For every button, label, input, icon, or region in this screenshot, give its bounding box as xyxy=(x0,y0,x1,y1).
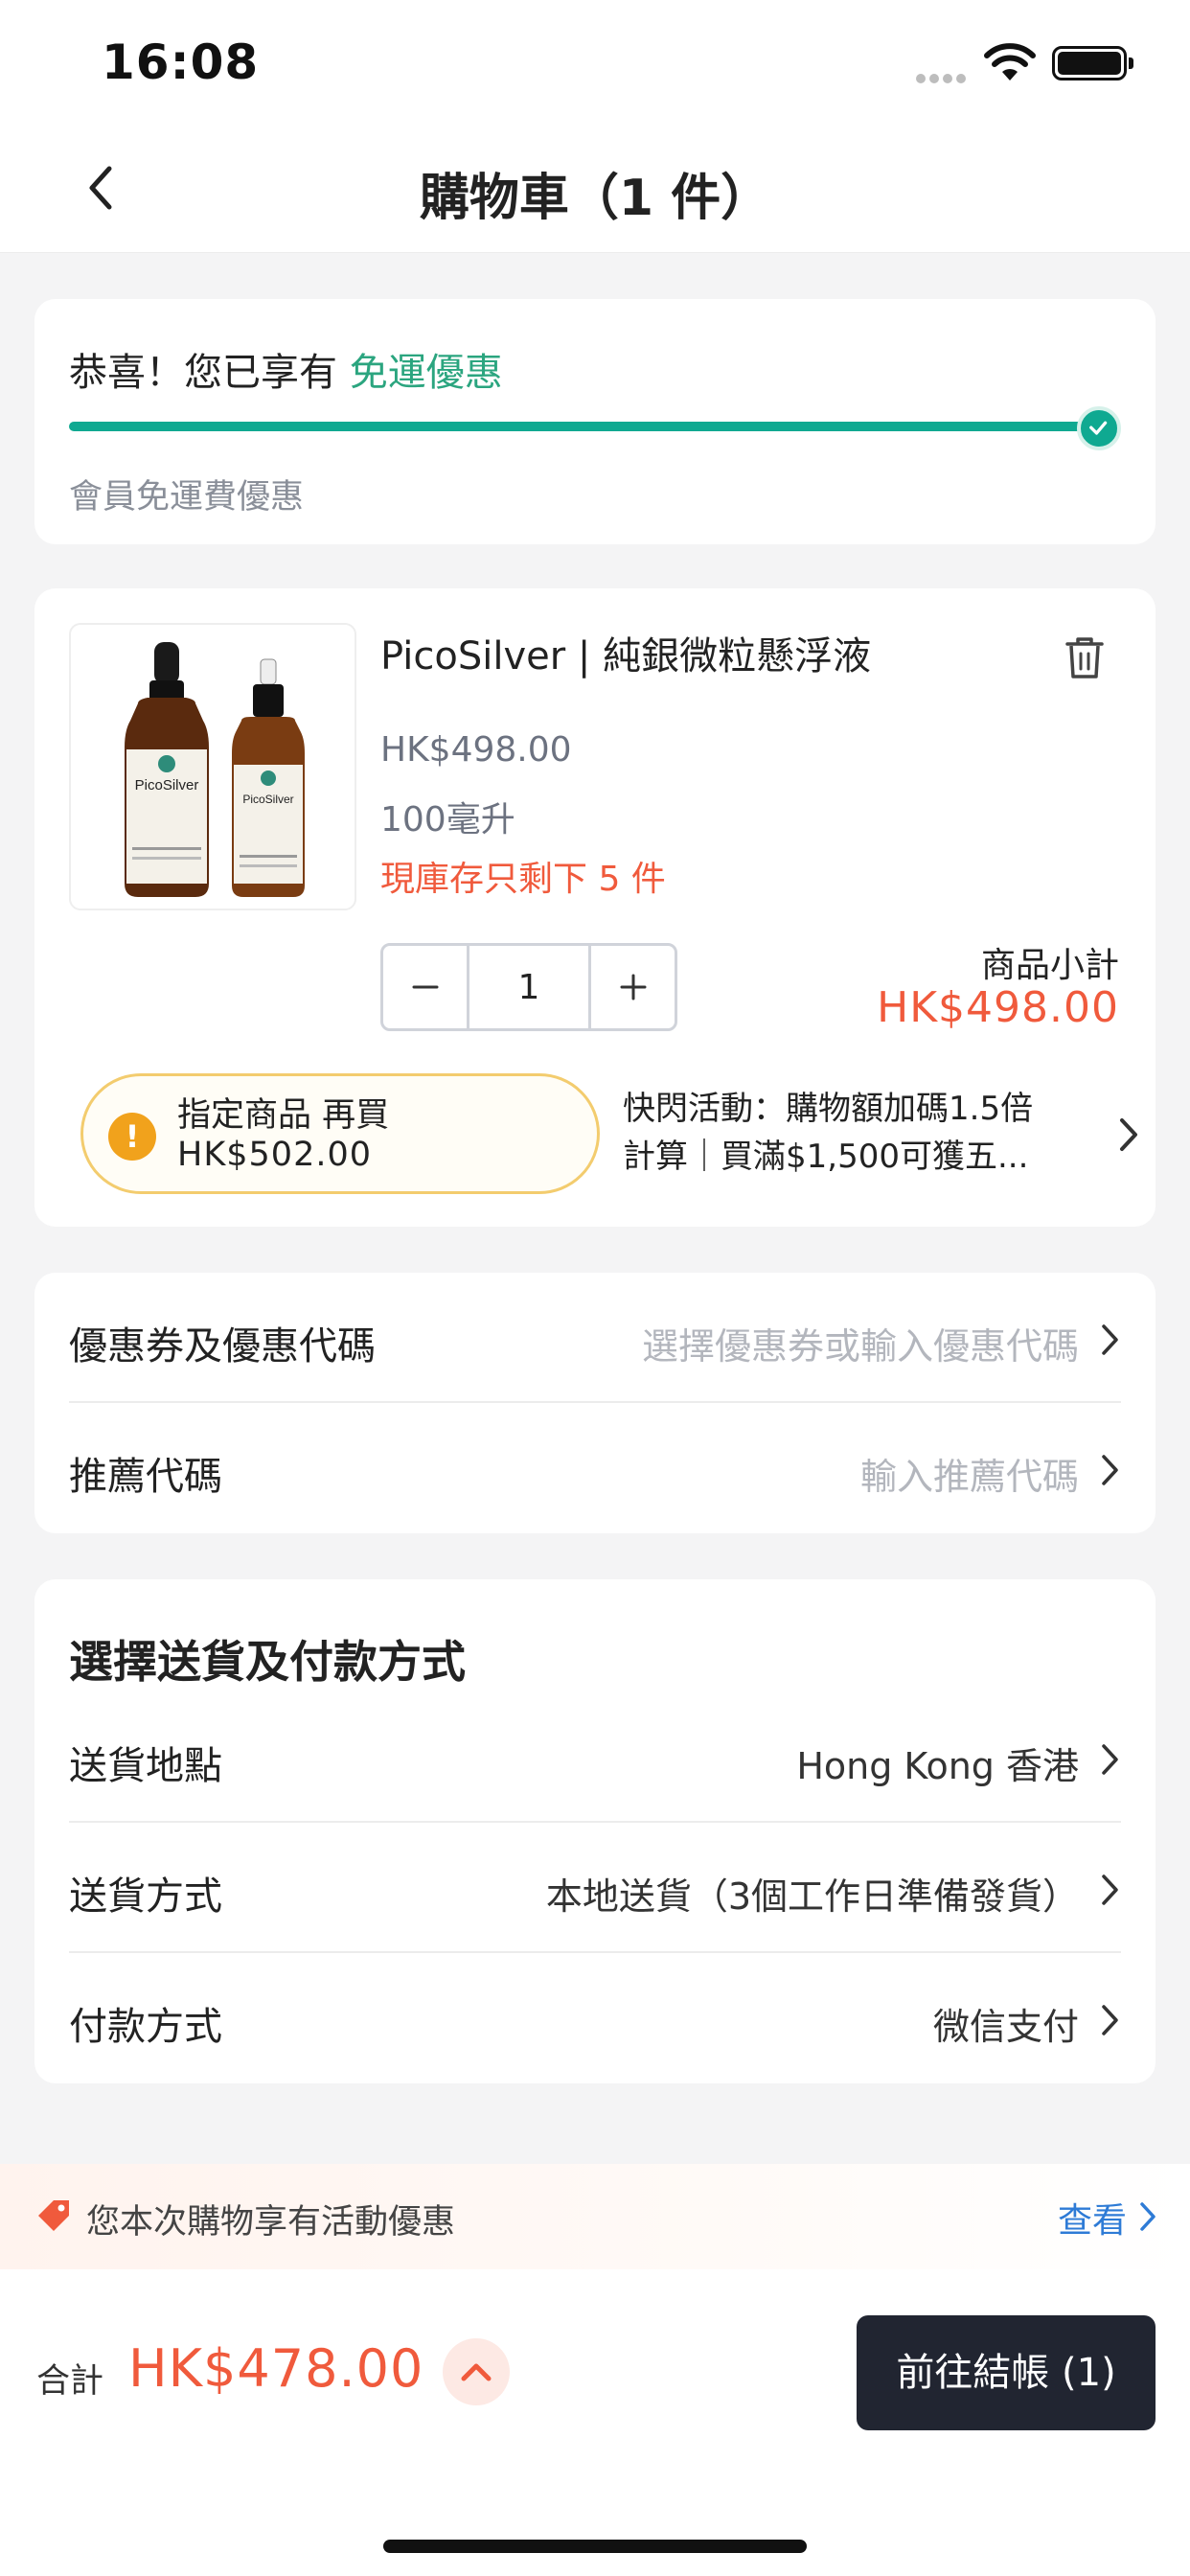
delivery-location-value: Hong Kong 香港 xyxy=(796,1745,1079,1787)
wifi-icon xyxy=(984,43,1036,80)
decrement-button[interactable] xyxy=(383,946,467,1028)
delivery-location-label: 送貨地點 xyxy=(69,1744,222,1788)
referral-placeholder: 輸入推薦代碼 xyxy=(859,1456,1079,1498)
status-time: 16:08 xyxy=(102,34,260,90)
delivery-location-row[interactable]: 送貨地點 Hong Kong 香港 xyxy=(69,1692,1121,1823)
total-value: HK$478.00 xyxy=(128,2338,424,2399)
checkout-button[interactable]: 前往結帳 (1) xyxy=(857,2315,1156,2430)
coupon-label: 優惠券及優惠代碼 xyxy=(69,1324,376,1368)
free-shipping-card: 恭喜！您已享有 免運優惠 會員免運費優惠 xyxy=(34,299,1156,544)
product-bottles-illustration: PicoSilver PicoSilver xyxy=(125,642,305,897)
svg-text:PicoSilver: PicoSilver xyxy=(135,777,199,794)
check-circle-icon xyxy=(1077,406,1121,450)
plus-icon xyxy=(620,974,646,1000)
total-label: 合計 xyxy=(36,2362,104,2401)
payment-method-value: 微信支付 xyxy=(932,2006,1079,2048)
nav-bar: 購物車（1 件） xyxy=(0,125,1190,253)
chevron-up-icon[interactable] xyxy=(443,2338,510,2405)
chevron-right-icon[interactable] xyxy=(1138,2200,1157,2233)
page-title: 購物車（1 件） xyxy=(419,170,771,227)
flash-line-2: 計算｜買滿$1,500可獲五... xyxy=(623,1138,1029,1176)
product-variant: 100毫升 xyxy=(380,800,515,840)
battery-icon xyxy=(1052,46,1133,80)
product-price: HK$498.00 xyxy=(380,730,572,770)
shipping-message-highlight: 免運優惠 xyxy=(349,351,503,395)
status-bar: 16:08 xyxy=(0,0,1190,125)
promo-pill[interactable]: ! 指定商品 再買 HK$502.00 xyxy=(80,1073,600,1194)
price-tag-icon xyxy=(38,2200,69,2231)
svg-text:PicoSilver: PicoSilver xyxy=(242,793,293,806)
cart-item-card: PicoSilver PicoSilver PicoSilver | 純銀微粒懸… xyxy=(34,588,1156,1227)
shipping-message: 恭喜！您已享有 免運優惠 xyxy=(69,341,503,397)
banner-text: 您本次購物享有活動優惠 xyxy=(86,2203,456,2242)
shipping-message-prefix: 恭喜！您已享有 xyxy=(69,351,337,395)
quantity-input[interactable]: 1 xyxy=(467,946,591,1028)
payment-method-row[interactable]: 付款方式 微信支付 xyxy=(69,1953,1121,2083)
quantity-stepper: 1 xyxy=(380,943,677,1031)
product-image[interactable]: PicoSilver PicoSilver xyxy=(69,623,356,910)
flash-line-1: 快閃活動：購物額加碼1.5倍 xyxy=(623,1090,1034,1128)
flash-sale-text[interactable]: 快閃活動：購物額加碼1.5倍 計算｜買滿$1,500可獲五... xyxy=(623,1085,1102,1181)
coupon-placeholder: 選擇優惠券或輸入優惠代碼 xyxy=(641,1325,1079,1368)
shipping-progress-bar xyxy=(69,422,1113,431)
referral-label: 推薦代碼 xyxy=(69,1455,222,1499)
delivery-method-value: 本地送貨（3個工作日準備發貨） xyxy=(545,1875,1079,1918)
minus-icon xyxy=(412,985,438,989)
increment-button[interactable] xyxy=(591,946,675,1028)
subtotal-value: HK$498.00 xyxy=(877,983,1119,1032)
exclamation-icon: ! xyxy=(108,1113,156,1161)
checkout-bar: 合計 HK$478.00 前往結帳 (1) xyxy=(0,2269,1190,2576)
chevron-right-icon[interactable] xyxy=(1117,1116,1140,1154)
promo-line-2: HK$502.00 xyxy=(177,1136,373,1174)
stock-warning: 現庫存只剩下 5 件 xyxy=(380,860,666,899)
activity-discount-banner: 您本次購物享有活動優惠 查看 xyxy=(0,2164,1190,2269)
home-indicator xyxy=(383,2540,807,2553)
delivery-method-label: 送貨方式 xyxy=(69,1874,222,1919)
payment-method-label: 付款方式 xyxy=(69,2005,222,2049)
shipping-subtitle: 會員免運費優惠 xyxy=(69,478,305,517)
referral-code-row[interactable]: 推薦代碼 輸入推薦代碼 xyxy=(69,1403,1121,1533)
subtotal-label: 商品小計 xyxy=(980,946,1119,985)
delivery-method-row[interactable]: 送貨方式 本地送貨（3個工作日準備發貨） xyxy=(69,1823,1121,1953)
product-name[interactable]: PicoSilver | 純銀微粒懸浮液 xyxy=(380,625,871,680)
delivery-heading: 選擇送貨及付款方式 xyxy=(69,1636,466,1688)
promo-line-1: 指定商品 再買 xyxy=(177,1096,390,1135)
coupon-card: 優惠券及優惠代碼 選擇優惠券或輸入優惠代碼 推薦代碼 輸入推薦代碼 xyxy=(34,1273,1156,1533)
chevron-right-icon xyxy=(1102,2005,1118,2036)
chevron-right-icon xyxy=(1102,1324,1118,1355)
chevron-right-icon xyxy=(1102,1455,1118,1485)
cellular-signal-icon xyxy=(916,69,970,87)
coupon-row[interactable]: 優惠券及優惠代碼 選擇優惠券或輸入優惠代碼 xyxy=(69,1273,1121,1403)
trash-icon[interactable] xyxy=(1064,634,1106,680)
delivery-payment-card: 選擇送貨及付款方式 送貨地點 Hong Kong 香港 送貨方式 本地送貨（3個… xyxy=(34,1579,1156,2083)
chevron-right-icon xyxy=(1102,1744,1118,1775)
chevron-right-icon xyxy=(1102,1874,1118,1905)
view-link[interactable]: 查看 xyxy=(1058,2193,1127,2242)
